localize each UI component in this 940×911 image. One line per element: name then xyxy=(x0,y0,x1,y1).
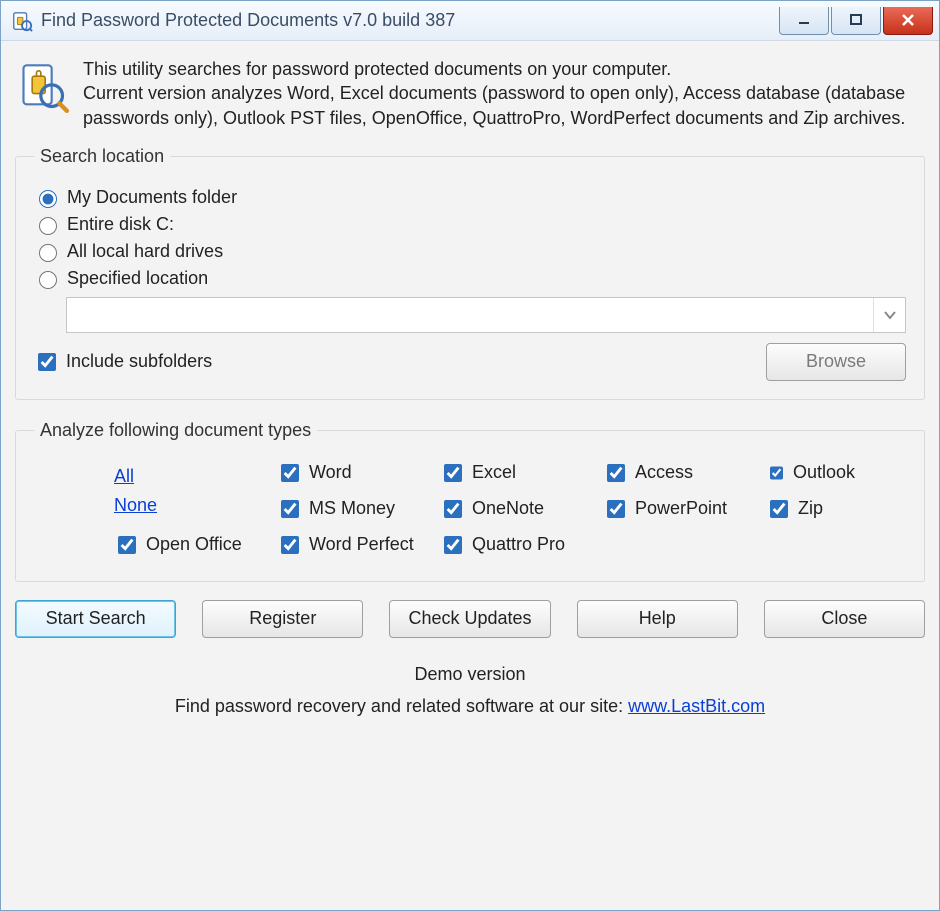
type-wordperfect[interactable]: Word Perfect xyxy=(277,533,430,557)
minimize-button[interactable] xyxy=(779,7,829,35)
doc-types-group: Analyze following document types Word Ex… xyxy=(15,420,925,582)
include-subfolders[interactable]: Include subfolders xyxy=(34,350,212,374)
location-bottom-row: Include subfolders Browse xyxy=(34,343,906,381)
type-openoffice-checkbox[interactable] xyxy=(118,536,136,554)
radio-all-drives-label: All local hard drives xyxy=(67,241,223,262)
type-zip-checkbox[interactable] xyxy=(770,500,788,518)
window-controls xyxy=(777,7,933,35)
type-wordperfect-checkbox[interactable] xyxy=(281,536,299,554)
type-zip-label: Zip xyxy=(798,498,823,519)
status-text: Demo version xyxy=(13,658,927,690)
titlebar: Find Password Protected Documents v7.0 b… xyxy=(1,1,939,41)
type-powerpoint-label: PowerPoint xyxy=(635,498,727,519)
header: This utility searches for password prote… xyxy=(13,51,927,140)
client-area: This utility searches for password prote… xyxy=(1,41,939,910)
doc-types-grid: Word Excel Access Outlook All None MS Mo… xyxy=(34,455,906,563)
chevron-down-icon[interactable] xyxy=(873,298,905,332)
radio-my-documents[interactable]: My Documents folder xyxy=(34,187,906,208)
close-button[interactable]: Close xyxy=(764,600,925,638)
select-all-link[interactable]: All xyxy=(114,466,134,487)
app-window: Find Password Protected Documents v7.0 b… xyxy=(0,0,940,911)
type-openoffice-label: Open Office xyxy=(146,534,242,555)
radio-all-drives-input[interactable] xyxy=(39,244,57,262)
location-combo-row xyxy=(66,297,906,333)
type-word-label: Word xyxy=(309,462,352,483)
type-excel-label: Excel xyxy=(472,462,516,483)
register-button[interactable]: Register xyxy=(202,600,363,638)
header-description: This utility searches for password prote… xyxy=(83,57,923,130)
start-search-button[interactable]: Start Search xyxy=(15,600,176,638)
app-icon xyxy=(11,10,33,32)
location-path-combo[interactable] xyxy=(66,297,906,333)
type-access[interactable]: Access xyxy=(603,461,756,485)
type-wordperfect-label: Word Perfect xyxy=(309,534,414,555)
type-word[interactable]: Word xyxy=(277,461,430,485)
promo-line: Find password recovery and related softw… xyxy=(13,690,927,722)
promo-link[interactable]: www.LastBit.com xyxy=(628,696,765,716)
radio-disk-c-label: Entire disk C: xyxy=(67,214,174,235)
header-icon xyxy=(17,61,69,113)
select-none-link[interactable]: None xyxy=(114,495,157,516)
search-location-group: Search location My Documents folder Enti… xyxy=(15,146,925,400)
doc-types-legend: Analyze following document types xyxy=(34,420,317,441)
type-openoffice[interactable]: Open Office xyxy=(114,533,267,557)
search-location-legend: Search location xyxy=(34,146,170,167)
type-quattropro-label: Quattro Pro xyxy=(472,534,565,555)
type-powerpoint-checkbox[interactable] xyxy=(607,500,625,518)
window-title: Find Password Protected Documents v7.0 b… xyxy=(41,10,777,31)
type-outlook-checkbox[interactable] xyxy=(770,464,783,482)
type-quattropro[interactable]: Quattro Pro xyxy=(440,533,593,557)
maximize-button[interactable] xyxy=(831,7,881,35)
radio-my-documents-input[interactable] xyxy=(39,190,57,208)
type-msmoney[interactable]: MS Money xyxy=(277,497,430,521)
type-onenote-label: OneNote xyxy=(472,498,544,519)
type-access-checkbox[interactable] xyxy=(607,464,625,482)
radio-specified[interactable]: Specified location xyxy=(34,268,906,289)
type-onenote-checkbox[interactable] xyxy=(444,500,462,518)
type-msmoney-checkbox[interactable] xyxy=(281,500,299,518)
radio-disk-c-input[interactable] xyxy=(39,217,57,235)
promo-prefix: Find password recovery and related softw… xyxy=(175,696,628,716)
close-window-button[interactable] xyxy=(883,7,933,35)
radio-specified-input[interactable] xyxy=(39,271,57,289)
type-outlook[interactable]: Outlook xyxy=(766,461,846,485)
type-onenote[interactable]: OneNote xyxy=(440,497,593,521)
type-zip[interactable]: Zip xyxy=(766,497,846,521)
browse-button[interactable]: Browse xyxy=(766,343,906,381)
radio-my-documents-label: My Documents folder xyxy=(67,187,237,208)
radio-disk-c[interactable]: Entire disk C: xyxy=(34,214,906,235)
type-quattropro-checkbox[interactable] xyxy=(444,536,462,554)
include-subfolders-checkbox[interactable] xyxy=(38,353,56,371)
type-access-label: Access xyxy=(635,462,693,483)
type-link-col: All None xyxy=(114,466,267,516)
footer: Demo version Find password recovery and … xyxy=(13,658,927,723)
type-msmoney-label: MS Money xyxy=(309,498,395,519)
check-updates-button[interactable]: Check Updates xyxy=(389,600,550,638)
type-powerpoint[interactable]: PowerPoint xyxy=(603,497,756,521)
type-excel-checkbox[interactable] xyxy=(444,464,462,482)
type-outlook-label: Outlook xyxy=(793,462,855,483)
radio-all-drives[interactable]: All local hard drives xyxy=(34,241,906,262)
help-button[interactable]: Help xyxy=(577,600,738,638)
include-subfolders-label: Include subfolders xyxy=(66,351,212,372)
type-excel[interactable]: Excel xyxy=(440,461,593,485)
main-button-row: Start Search Register Check Updates Help… xyxy=(13,596,927,644)
radio-specified-label: Specified location xyxy=(67,268,208,289)
type-word-checkbox[interactable] xyxy=(281,464,299,482)
